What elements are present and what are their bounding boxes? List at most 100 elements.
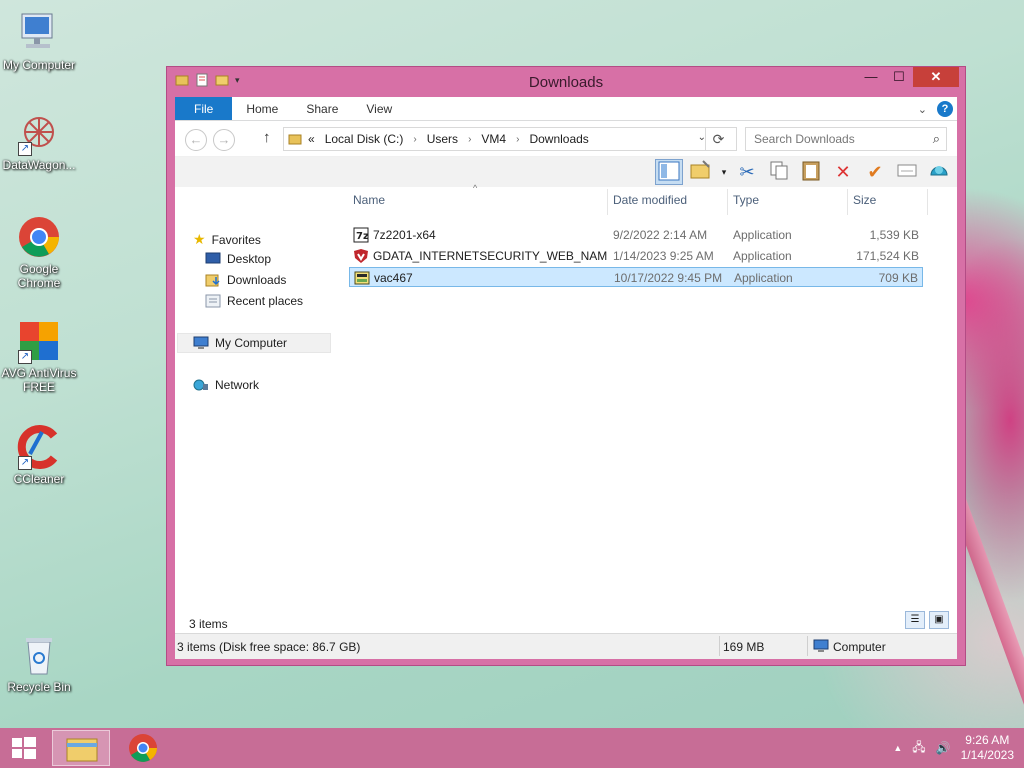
- nav-label: Downloads: [227, 273, 287, 287]
- breadcrumb-overflow[interactable]: «: [308, 132, 315, 146]
- command-toolbar: ▾ ✂ ✕ ✔: [175, 157, 957, 187]
- desktop-icon-datawagon[interactable]: ↗ DataWagon...: [0, 110, 78, 172]
- ribbon-tabs: File Home Share View ⌄ ?: [175, 97, 957, 121]
- table-row-selected[interactable]: vac467 10/17/2022 9:45 PM Application 70…: [349, 267, 923, 287]
- desktop-icon-chrome[interactable]: Google Chrome: [0, 214, 78, 290]
- cut-button[interactable]: ✂: [733, 159, 761, 185]
- desktop-icon: [205, 252, 221, 264]
- nav-label: Favorites: [211, 232, 261, 247]
- paste-button[interactable]: [797, 159, 825, 185]
- clock[interactable]: 9:26 AM 1/14/2023: [961, 733, 1014, 763]
- folder-options-button[interactable]: [687, 159, 715, 185]
- column-header-type[interactable]: Type: [733, 193, 759, 207]
- address-bar[interactable]: « Local Disk (C:) › Users › VM4 › Downlo…: [283, 127, 737, 151]
- windows-logo-icon: [12, 737, 36, 759]
- close-button[interactable]: ✕: [913, 67, 959, 87]
- maximize-button[interactable]: ☐: [885, 67, 913, 87]
- column-divider[interactable]: [607, 189, 608, 215]
- minimize-button[interactable]: —: [857, 67, 885, 87]
- explorer-window[interactable]: ▾ Downloads — ☐ ✕ File Home Share View ⌄…: [166, 66, 966, 666]
- column-divider[interactable]: [927, 189, 928, 215]
- large-icons-view-button[interactable]: ▣: [929, 611, 949, 629]
- forward-button[interactable]: →: [213, 129, 235, 151]
- tab-file[interactable]: File: [175, 97, 233, 120]
- nav-label: Recent places: [227, 294, 304, 308]
- 7zip-icon: 7z: [353, 227, 369, 243]
- column-header-name[interactable]: Name: [353, 193, 385, 207]
- breadcrumb-local-disk[interactable]: Local Disk (C:): [325, 132, 404, 146]
- breadcrumb-vm4[interactable]: VM4: [481, 132, 506, 146]
- nav-my-computer[interactable]: My Computer: [193, 336, 287, 350]
- recycle-bin-icon: [16, 632, 62, 678]
- large-icons-view-icon: ▣: [934, 614, 944, 625]
- desktop-icon-avg[interactable]: ↗ AVG AntiVirus FREE: [0, 318, 78, 394]
- tab-home[interactable]: Home: [232, 97, 292, 120]
- table-row[interactable]: GDATA_INTERNETSECURITY_WEB_NAM 1/14/2023…: [349, 246, 923, 266]
- file-name: GDATA_INTERNETSECURITY_WEB_NAM: [373, 249, 608, 263]
- navigation-pane: ★ Favorites Desktop Downloads Recent pla…: [175, 219, 333, 631]
- status-selection-size: 169 MB: [723, 640, 765, 654]
- details-view-button[interactable]: ☰: [905, 611, 925, 629]
- nav-recent-places[interactable]: Recent places: [205, 294, 303, 308]
- clock-time: 9:26 AM: [965, 733, 1010, 747]
- copy-button[interactable]: [765, 159, 793, 185]
- taskbar-chrome[interactable]: [114, 730, 172, 766]
- title-bar[interactable]: ▾ Downloads — ☐ ✕: [167, 67, 965, 97]
- desktop-icon-label: DataWagon...: [2, 158, 76, 172]
- column-header-date[interactable]: Date modified: [613, 193, 687, 207]
- expand-ribbon-icon[interactable]: ⌄: [918, 103, 927, 116]
- properties-button[interactable]: [893, 159, 921, 185]
- status-bar: 3 items (Disk free space: 86.7 GB) 169 M…: [175, 633, 957, 659]
- column-divider[interactable]: [847, 189, 848, 215]
- file-size: 709 KB: [878, 271, 918, 285]
- search-placeholder: Search Downloads: [754, 132, 855, 146]
- network-tray-icon[interactable]: 🖧: [912, 738, 925, 759]
- file-type: Application: [733, 249, 792, 263]
- chevron-down-icon[interactable]: ▾: [719, 167, 729, 178]
- nav-network[interactable]: Network: [193, 378, 259, 392]
- checkmark-icon: ✔: [867, 162, 883, 182]
- rename-button[interactable]: ✔: [861, 159, 889, 185]
- desktop-icon-ccleaner[interactable]: ↗ CCleaner: [0, 424, 78, 486]
- breadcrumb-users[interactable]: Users: [427, 132, 458, 146]
- file-date: 10/17/2022 9:45 PM: [614, 271, 723, 285]
- desktop-icon-label: My Computer: [2, 58, 76, 72]
- preview-pane-button[interactable]: [655, 159, 683, 185]
- column-header-size[interactable]: Size: [853, 193, 876, 207]
- nav-downloads[interactable]: Downloads: [205, 273, 286, 287]
- breadcrumb-downloads[interactable]: Downloads: [529, 132, 588, 146]
- desktop-icon-recycle-bin[interactable]: Recycle Bin: [0, 632, 78, 694]
- up-button[interactable]: ↑: [263, 129, 271, 146]
- start-button[interactable]: [8, 736, 38, 760]
- shell-icon: [930, 166, 948, 176]
- delete-button[interactable]: ✕: [829, 159, 857, 185]
- column-divider[interactable]: [727, 189, 728, 215]
- datawagon-icon: ↗: [16, 110, 62, 156]
- installer-icon: [354, 271, 370, 285]
- tab-view[interactable]: View: [352, 97, 406, 120]
- nav-label: Desktop: [227, 252, 272, 266]
- nav-favorites[interactable]: ★ Favorites: [193, 231, 261, 248]
- tab-share[interactable]: Share: [292, 97, 352, 120]
- help-icon[interactable]: ?: [937, 101, 953, 117]
- breadcrumb-separator-icon[interactable]: ›: [468, 134, 471, 145]
- table-row[interactable]: 7z 7z2201-x64 9/2/2022 2:14 AM Applicati…: [349, 225, 923, 245]
- desktop-icon-my-computer[interactable]: My Computer: [0, 10, 78, 72]
- show-hidden-icons-icon[interactable]: ▲: [893, 743, 902, 753]
- clipboard-icon: [802, 161, 820, 181]
- volume-icon[interactable]: 🔊: [936, 741, 951, 755]
- search-icon[interactable]: ⌕: [933, 128, 940, 150]
- file-name: 7z2201-x64: [373, 228, 436, 242]
- extra-tool-button[interactable]: [925, 159, 953, 185]
- back-button[interactable]: ←: [185, 129, 207, 151]
- refresh-button[interactable]: ⟳: [705, 127, 731, 151]
- chrome-icon: [129, 734, 157, 762]
- nav-desktop[interactable]: Desktop: [205, 252, 271, 266]
- svg-text:7z: 7z: [356, 231, 369, 242]
- breadcrumb-separator-icon[interactable]: ›: [516, 134, 519, 145]
- breadcrumb-separator-icon[interactable]: ›: [413, 134, 416, 145]
- avg-icon: ↗: [16, 318, 62, 364]
- search-input[interactable]: Search Downloads ⌕: [745, 127, 947, 151]
- desktop-icon-label: AVG AntiVirus FREE: [1, 366, 77, 394]
- taskbar-file-explorer[interactable]: [52, 730, 110, 766]
